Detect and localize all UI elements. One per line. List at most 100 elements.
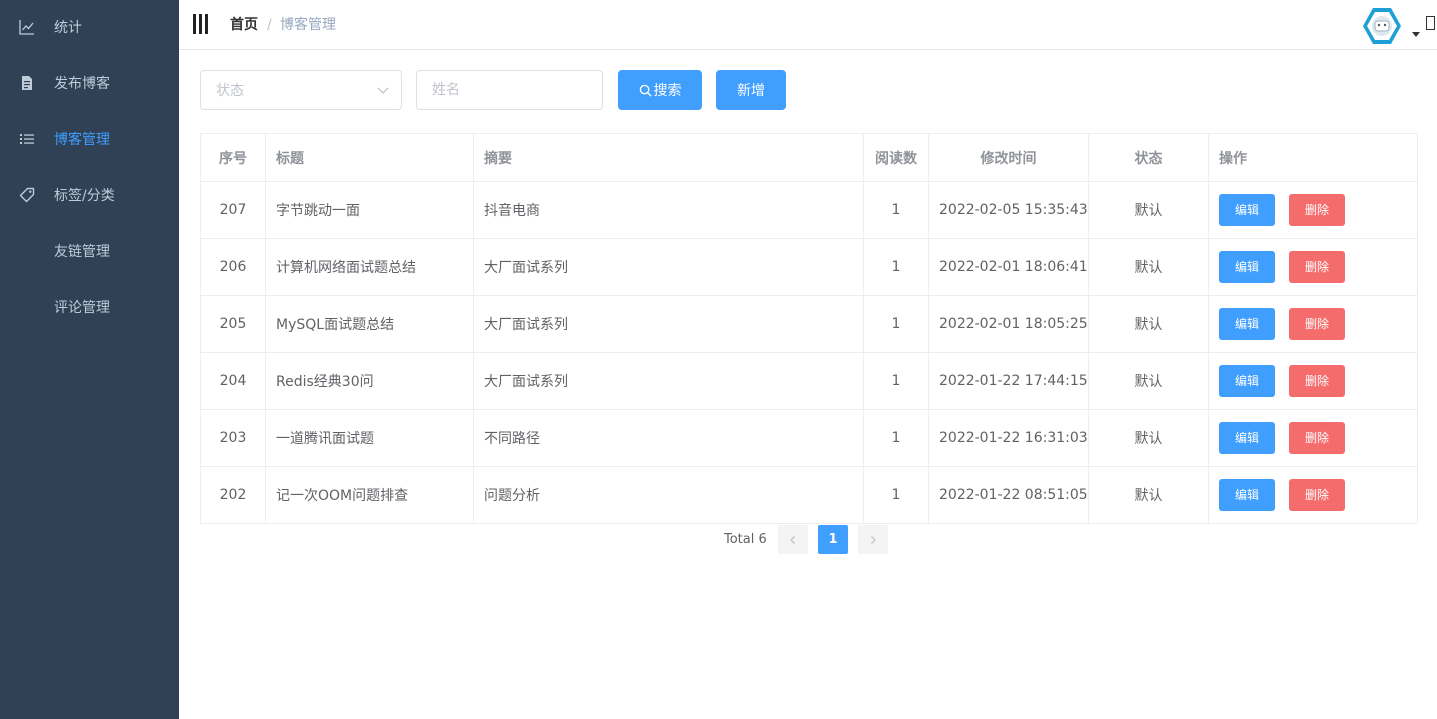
sidebar-item-publish-blog[interactable]: 发布博客 [0,56,179,112]
caret-down-icon[interactable] [1412,32,1420,37]
table-row: 207 字节跳动一面 抖音电商 1 2022-02-05 15:35:43 默认… [200,181,1418,239]
avatar[interactable] [1362,6,1402,46]
table-row: 206 计算机网络面试题总结 大厂面试系列 1 2022-02-01 18:06… [200,238,1418,296]
pagination-total: Total 6 [724,532,767,547]
cell-id: 205 [200,295,266,353]
sidebar-item-comments[interactable]: 评论管理 [0,280,179,336]
cell-title: 计算机网络面试题总结 [265,238,474,296]
table-row: 205 MySQL面试题总结 大厂面试系列 1 2022-02-01 18:05… [200,295,1418,353]
cell-modified-time: 2022-01-22 17:44:15 [928,352,1089,410]
sidebar-item-label: 友链管理 [54,244,110,260]
delete-button[interactable]: 删除 [1289,308,1345,340]
cell-title: Redis经典30问 [265,352,474,410]
cell-summary: 问题分析 [473,466,864,524]
status-select[interactable]: 状态 [200,70,402,110]
delete-button[interactable]: 删除 [1289,365,1345,397]
chart-icon [19,20,34,35]
cell-status: 默认 [1088,238,1209,296]
pagination-page-button[interactable]: 1 [818,525,848,554]
cell-status: 默认 [1088,409,1209,467]
sidebar-item-label: 统计 [54,20,82,36]
column-header-status: 状态 [1088,133,1209,182]
sidebar-item-label: 评论管理 [54,300,110,316]
cell-id: 204 [200,352,266,410]
search-button[interactable]: 搜索 [618,70,702,110]
cell-modified-time: 2022-01-22 16:31:03 [928,409,1089,467]
header: 首页 / 博客管理 [179,0,1437,50]
delete-button[interactable]: 删除 [1289,194,1345,226]
column-header-summary: 摘要 [473,133,864,182]
chevron-left-icon [790,535,795,544]
cell-title: MySQL面试题总结 [265,295,474,353]
cell-summary: 抖音电商 [473,181,864,239]
cell-modified-time: 2022-01-22 08:51:05 [928,466,1089,524]
cell-title: 字节跳动一面 [265,181,474,239]
hamburger-menu-icon[interactable] [193,14,209,34]
sidebar-item-friend-links[interactable]: 友链管理 [0,224,179,280]
fullscreen-icon[interactable] [1426,16,1435,30]
cell-summary: 大厂面试系列 [473,295,864,353]
cell-status: 默认 [1088,466,1209,524]
pagination-next-button[interactable] [858,525,888,554]
edit-button[interactable]: 编辑 [1219,251,1275,283]
search-button-label: 搜索 [653,83,682,99]
cell-id: 207 [200,181,266,239]
cell-reads: 1 [863,238,929,296]
cell-actions: 编辑 删除 [1208,352,1418,410]
edit-button[interactable]: 编辑 [1219,422,1275,454]
sidebar-item-statistics[interactable]: 统计 [0,0,179,56]
sidebar-item-label: 博客管理 [54,132,110,148]
cell-reads: 1 [863,352,929,410]
cell-status: 默认 [1088,181,1209,239]
sidebar-item-tags-categories[interactable]: 标签/分类 [0,168,179,224]
delete-button[interactable]: 删除 [1289,422,1345,454]
edit-button[interactable]: 编辑 [1219,479,1275,511]
cell-id: 202 [200,466,266,524]
cell-status: 默认 [1088,352,1209,410]
add-button[interactable]: 新增 [716,70,786,110]
table-row: 204 Redis经典30问 大厂面试系列 1 2022-01-22 17:44… [200,352,1418,410]
search-icon [639,84,652,97]
cell-reads: 1 [863,466,929,524]
tag-icon [19,187,35,203]
sidebar-item-label: 发布博客 [54,76,110,92]
cell-reads: 1 [863,409,929,467]
blog-table: 序号 标题 摘要 阅读数 修改时间 状态 操作 207 字节跳动一面 抖音电商 … [200,133,1418,524]
delete-button[interactable]: 删除 [1289,251,1345,283]
sidebar: 统计 发布博客 博客管理 标签/分类 友链管理 评论管理 [0,0,179,719]
cell-actions: 编辑 删除 [1208,295,1418,353]
chevron-down-icon [377,87,389,94]
column-header-actions: 操作 [1208,133,1418,182]
cell-actions: 编辑 删除 [1208,409,1418,467]
edit-button[interactable]: 编辑 [1219,194,1275,226]
pagination-prev-button[interactable] [778,525,808,554]
edit-button[interactable]: 编辑 [1219,365,1275,397]
breadcrumb-separator: / [267,17,272,33]
cell-status: 默认 [1088,295,1209,353]
list-icon [20,134,34,144]
chevron-right-icon [871,535,876,544]
cell-actions: 编辑 删除 [1208,181,1418,239]
column-header-modified-time: 修改时间 [928,133,1089,182]
cell-reads: 1 [863,181,929,239]
name-input[interactable] [416,70,603,110]
column-header-reads: 阅读数 [863,133,929,182]
cell-summary: 大厂面试系列 [473,238,864,296]
cell-modified-time: 2022-02-05 15:35:43 [928,181,1089,239]
cell-id: 206 [200,238,266,296]
delete-button[interactable]: 删除 [1289,479,1345,511]
add-button-label: 新增 [737,83,765,99]
table-row: 202 记一次OOM问题排查 问题分析 1 2022-01-22 08:51:0… [200,466,1418,524]
table-row: 203 一道腾讯面试题 不同路径 1 2022-01-22 16:31:03 默… [200,409,1418,467]
cell-modified-time: 2022-02-01 18:05:25 [928,295,1089,353]
breadcrumb-current: 博客管理 [280,17,336,33]
edit-button[interactable]: 编辑 [1219,308,1275,340]
breadcrumb-home[interactable]: 首页 [230,17,258,33]
sidebar-item-blog-management[interactable]: 博客管理 [0,112,179,168]
column-header-id: 序号 [200,133,266,182]
cell-title: 一道腾讯面试题 [265,409,474,467]
table-header-row: 序号 标题 摘要 阅读数 修改时间 状态 操作 [200,133,1418,182]
cell-reads: 1 [863,295,929,353]
cell-title: 记一次OOM问题排查 [265,466,474,524]
sidebar-item-label: 标签/分类 [54,188,115,204]
